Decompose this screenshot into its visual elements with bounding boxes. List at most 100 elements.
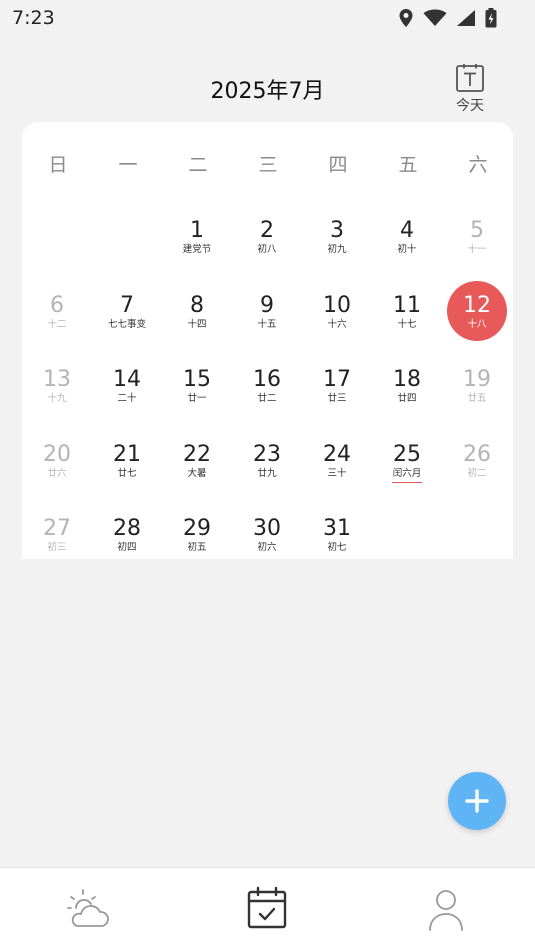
day-cell[interactable]: 2 初八 bbox=[232, 205, 302, 277]
lunar-date: 十五 bbox=[257, 318, 277, 330]
calendar-grid: 日一二三四五六 1 建党节 2 初八 3 初九 4 初十 5 十一 6 十二 7 七七事变 8 十四 9 十五 10… bbox=[22, 122, 513, 559]
day-number: 17 bbox=[323, 367, 351, 392]
weekday-label: 四 bbox=[328, 154, 348, 176]
calendar-check-icon bbox=[237, 886, 297, 930]
add-event-button[interactable] bbox=[448, 772, 506, 830]
wifi-icon bbox=[423, 9, 447, 27]
day-number: 21 bbox=[113, 441, 141, 467]
lunar-date: 廿七 bbox=[117, 467, 137, 479]
day-number: 14 bbox=[113, 367, 141, 392]
day-cell[interactable]: 13 十九 bbox=[22, 354, 92, 426]
nav-weather[interactable] bbox=[58, 886, 118, 936]
lunar-date: 廿六 bbox=[47, 467, 67, 479]
day-cell[interactable]: 21 廿七 bbox=[92, 429, 162, 501]
lunar-date: 廿三 bbox=[327, 393, 347, 404]
day-number: 1 bbox=[190, 218, 204, 243]
lunar-date: 初五 bbox=[187, 542, 207, 553]
day-cell[interactable]: 17 廿三 bbox=[302, 354, 372, 426]
day-cell[interactable]: 24 三十 bbox=[302, 429, 372, 501]
today-button[interactable]: 今天 bbox=[449, 63, 491, 117]
lunar-date: 初二 bbox=[467, 467, 487, 479]
user-icon bbox=[416, 886, 476, 932]
day-cell[interactable]: 30 初六 bbox=[232, 503, 302, 575]
day-cell[interactable]: 12 十八 bbox=[442, 280, 512, 352]
day-cell[interactable]: 11 十七 bbox=[372, 280, 442, 352]
day-cell[interactable]: 29 初五 bbox=[162, 503, 232, 575]
lunar-date: 初六 bbox=[257, 542, 277, 553]
lunar-date: 二十 bbox=[117, 393, 137, 404]
today-label: 今天 bbox=[456, 98, 484, 114]
day-number: 7 bbox=[120, 292, 134, 318]
weekday-label: 日 bbox=[48, 154, 68, 176]
day-cell[interactable]: 14 二十 bbox=[92, 354, 162, 426]
day-number: 12 bbox=[463, 292, 491, 318]
nav-profile[interactable] bbox=[416, 886, 476, 936]
lunar-date: 大暑 bbox=[187, 467, 207, 479]
day-number: 27 bbox=[43, 516, 71, 541]
nav-calendar[interactable] bbox=[237, 886, 297, 936]
status-bar: 7:23 bbox=[0, 0, 535, 36]
calendar-today-icon bbox=[449, 63, 491, 93]
day-number: 15 bbox=[183, 367, 211, 392]
lunar-date: 十八 bbox=[467, 318, 487, 330]
lunar-date: 闰六月 bbox=[392, 467, 422, 479]
day-cell[interactable]: 27 初三 bbox=[22, 503, 92, 575]
day-cell[interactable]: 20 廿六 bbox=[22, 429, 92, 501]
day-cell[interactable]: 19 廿五 bbox=[442, 354, 512, 426]
day-number: 25 bbox=[393, 441, 421, 467]
day-cell[interactable]: 6 十二 bbox=[22, 280, 92, 352]
day-cell[interactable]: 10 十六 bbox=[302, 280, 372, 352]
day-number: 18 bbox=[393, 367, 421, 392]
lunar-date: 廿二 bbox=[257, 393, 277, 404]
day-cell[interactable]: 1 建党节 bbox=[162, 205, 232, 277]
day-number: 28 bbox=[113, 516, 141, 541]
lunar-date: 建党节 bbox=[182, 244, 212, 255]
day-cell[interactable]: 9 十五 bbox=[232, 280, 302, 352]
lunar-date: 廿一 bbox=[187, 393, 207, 404]
day-cell[interactable]: 22 大暑 bbox=[162, 429, 232, 501]
day-number: 9 bbox=[260, 292, 274, 318]
day-number: 23 bbox=[253, 441, 281, 467]
day-number: 13 bbox=[43, 367, 71, 392]
day-cell[interactable]: 26 初二 bbox=[442, 429, 512, 501]
lunar-date: 十一 bbox=[467, 244, 487, 255]
weekday-header: 日一二三四五六 bbox=[22, 150, 513, 178]
day-cell[interactable]: 16 廿二 bbox=[232, 354, 302, 426]
lunar-date: 十六 bbox=[327, 318, 347, 330]
lunar-date: 三十 bbox=[327, 467, 347, 479]
day-cell[interactable]: 15 廿一 bbox=[162, 354, 232, 426]
day-cell[interactable]: 5 十一 bbox=[442, 205, 512, 277]
day-cell[interactable]: 8 十四 bbox=[162, 280, 232, 352]
day-cell[interactable]: 3 初九 bbox=[302, 205, 372, 277]
lunar-date: 十四 bbox=[187, 318, 207, 330]
day-cell[interactable]: 4 初十 bbox=[372, 205, 442, 277]
day-number: 8 bbox=[190, 292, 204, 318]
day-cell[interactable]: 28 初四 bbox=[92, 503, 162, 575]
day-number: 20 bbox=[43, 441, 71, 467]
lunar-date: 初四 bbox=[117, 542, 137, 553]
day-number: 16 bbox=[253, 367, 281, 392]
weather-icon bbox=[58, 886, 118, 930]
lunar-date: 十七 bbox=[397, 318, 417, 330]
cell-signal-icon bbox=[456, 9, 476, 27]
day-cell[interactable]: 23 廿九 bbox=[232, 429, 302, 501]
day-number: 22 bbox=[183, 441, 211, 467]
weekday-label: 一 bbox=[118, 154, 138, 176]
day-number: 3 bbox=[330, 218, 344, 243]
lunar-date: 廿五 bbox=[467, 393, 487, 404]
lunar-date: 廿四 bbox=[397, 393, 417, 404]
weekday-label: 二 bbox=[188, 154, 208, 176]
status-icons bbox=[398, 8, 497, 28]
day-cell[interactable]: 31 初七 bbox=[302, 503, 372, 575]
day-cell[interactable]: 18 廿四 bbox=[372, 354, 442, 426]
lunar-date: 初三 bbox=[47, 542, 67, 553]
day-cell[interactable]: 25 闰六月 bbox=[372, 429, 442, 501]
day-cell[interactable]: 7 七七事变 bbox=[92, 280, 162, 352]
day-number: 2 bbox=[260, 218, 274, 243]
calendar-header: 2025年7月 今天 bbox=[0, 60, 535, 120]
day-number: 26 bbox=[463, 441, 491, 467]
day-number: 11 bbox=[393, 292, 421, 318]
bottom-nav bbox=[0, 867, 535, 952]
lunar-date: 七七事变 bbox=[107, 318, 146, 330]
day-number: 30 bbox=[253, 516, 281, 541]
